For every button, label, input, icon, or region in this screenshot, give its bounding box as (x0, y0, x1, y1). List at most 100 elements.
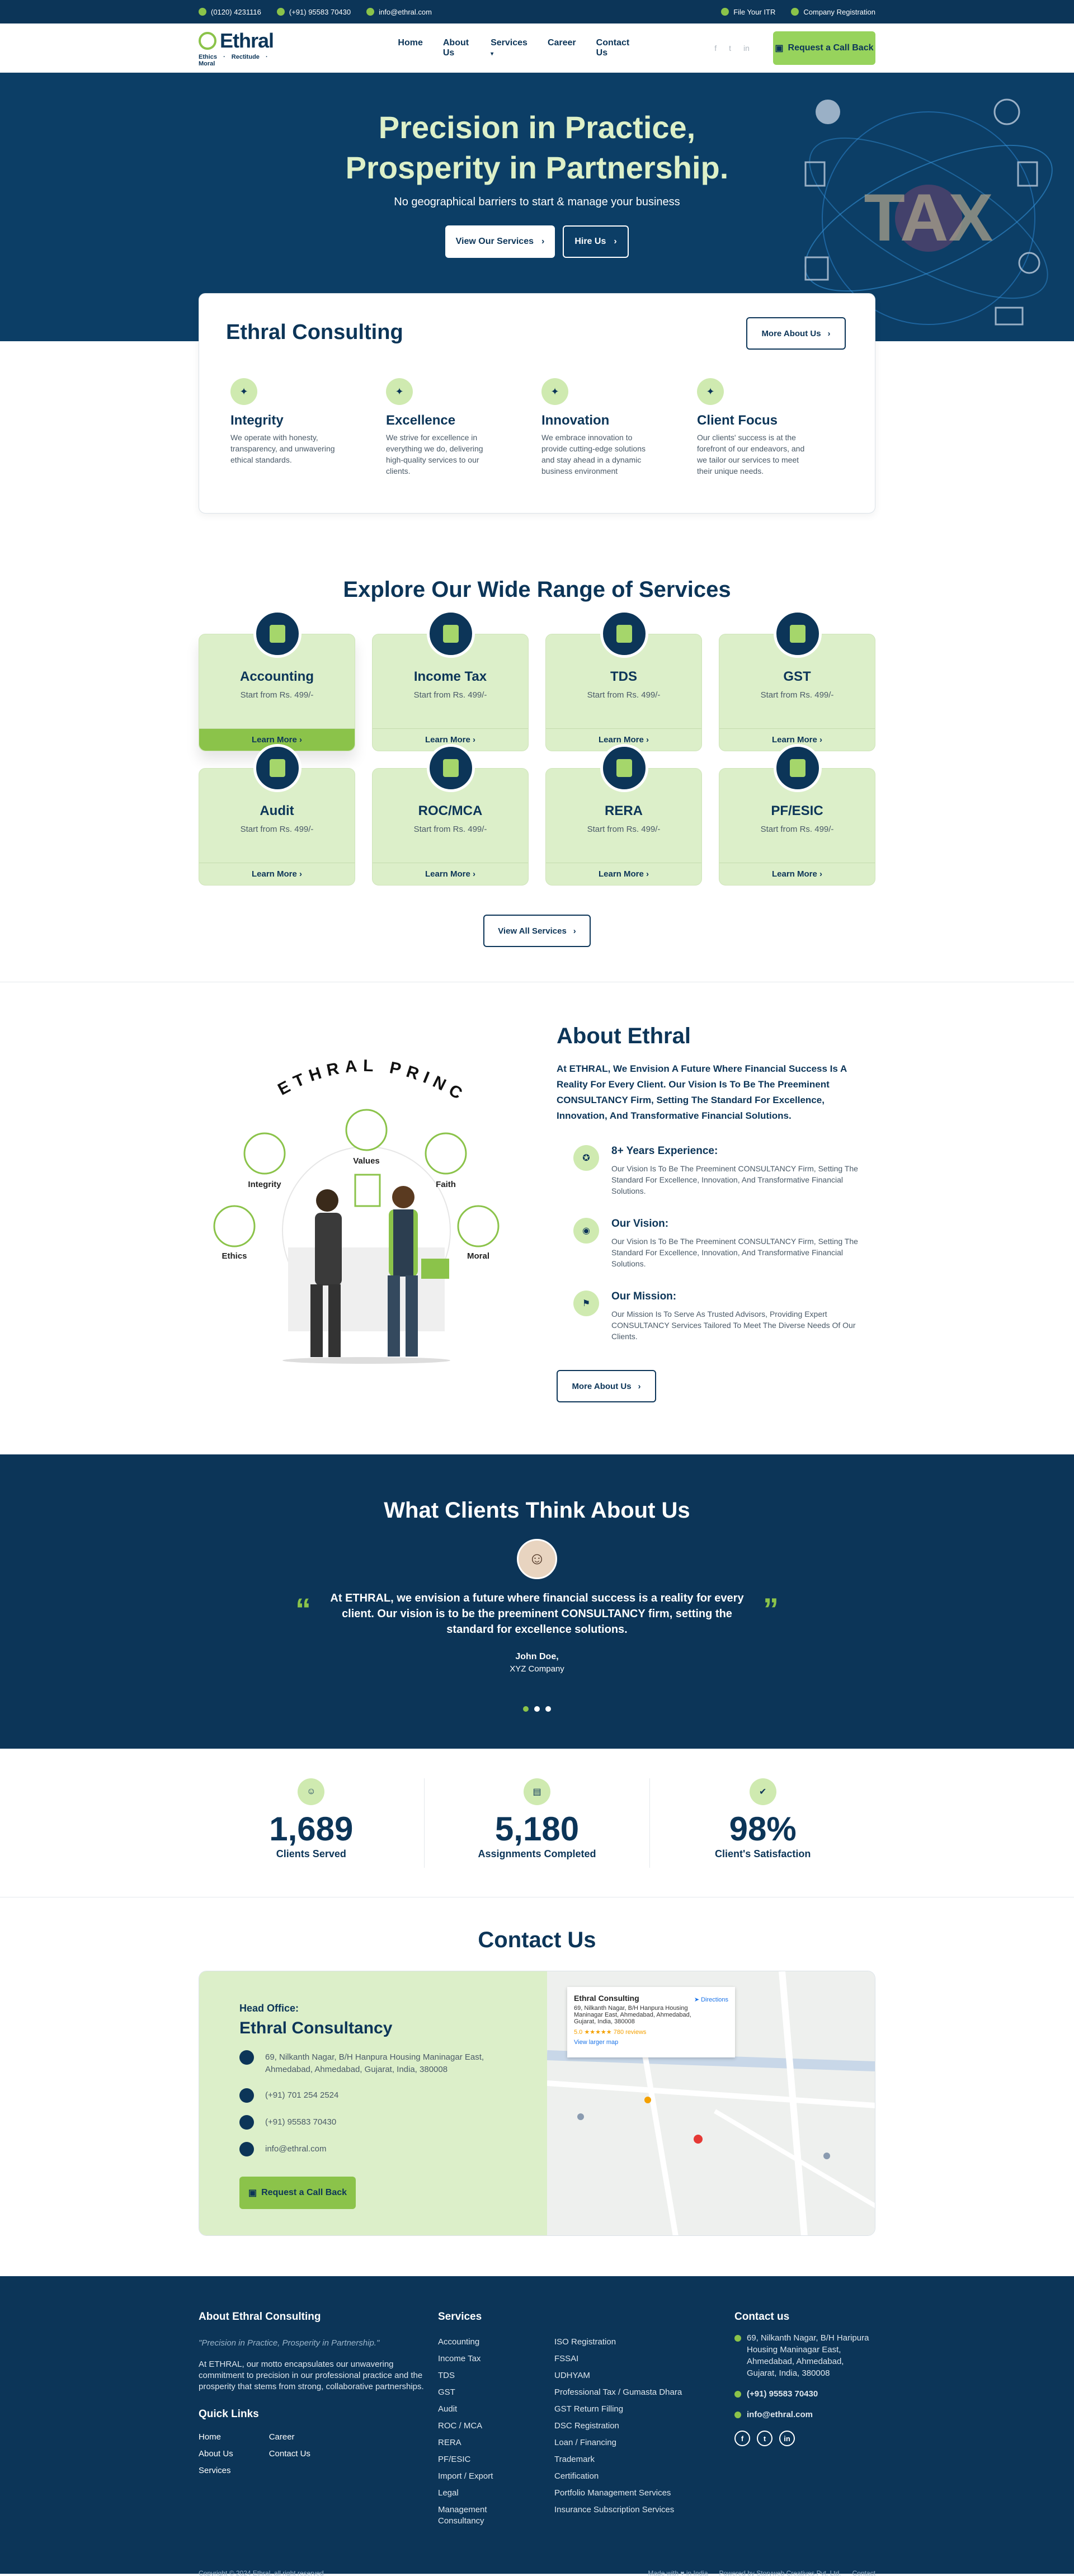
footer-service-link[interactable]: ROC / MCA (438, 2420, 527, 2432)
twitter-icon[interactable]: t (729, 44, 731, 53)
document-icon: ▤ (524, 1778, 550, 1805)
hire-us-button[interactable]: Hire Us › (563, 225, 629, 258)
footer-services-title: Services (438, 2311, 482, 2323)
footer-service-link[interactable]: Certification (554, 2471, 682, 2482)
about-lead: At ETHRAL, We Envision A Future Where Fi… (557, 1063, 847, 1121)
value-text: We operate with honesty, transparency, a… (230, 433, 335, 464)
learn-more-link[interactable]: Learn More › (546, 863, 701, 885)
point-experience: ✪ 8+ Years Experience: Our Vision Is To Be… (557, 1145, 875, 1197)
whatsapp-text: (+91) 95583 70430 (289, 7, 351, 16)
phone-link[interactable]: (0120) 4231116 (199, 8, 261, 16)
footer-email[interactable]: info@ethral.com (734, 2409, 875, 2420)
service-card[interactable]: Income Tax Start from Rs. 499/- Learn More… (372, 610, 529, 751)
footer-service-link[interactable]: Portfolio Management Services (554, 2488, 682, 2499)
service-card[interactable]: ROC/MCA Start from Rs. 499/- Learn More › (372, 744, 529, 886)
footer-service-link[interactable]: Trademark (554, 2454, 682, 2465)
footer-service-link[interactable]: TDS (438, 2370, 527, 2381)
carousel-dot[interactable] (545, 1706, 551, 1712)
footer-service-link[interactable]: PF/ESIC (438, 2454, 527, 2465)
learn-more-link[interactable]: Learn More › (373, 863, 528, 885)
nav-services[interactable]: Services ▾ (491, 38, 527, 58)
testimonial-section: What Clients Think About Us ☺ “ At ETHRA… (0, 1454, 1074, 1749)
carousel-dot[interactable] (534, 1706, 540, 1712)
nav-career[interactable]: Career (548, 38, 576, 58)
value-title: Innovation (541, 413, 610, 428)
point-title: Our Vision: (611, 1218, 669, 1230)
facebook-icon[interactable]: f (734, 2431, 750, 2446)
footer-service-link[interactable]: Legal (438, 2488, 527, 2499)
nav-about-us[interactable]: About Us (443, 38, 470, 58)
logo[interactable]: Ethral Ethics · Rectitude · Moral (199, 29, 279, 67)
company-registration-link[interactable]: Company Registration (791, 8, 875, 16)
footer-link[interactable]: Services (199, 2465, 233, 2476)
location-icon (239, 2050, 254, 2065)
request-callback-button[interactable]: ▣ Request a Call Back (239, 2177, 356, 2209)
chevron-right-icon: › (614, 237, 617, 246)
carousel-dot[interactable] (523, 1706, 529, 1712)
footer-service-link[interactable]: RERA (438, 2437, 527, 2448)
request-callback-button[interactable]: ▣ Request a Call Back (772, 31, 875, 65)
linkedin-icon[interactable]: in (743, 44, 750, 53)
footer-service-link[interactable]: UDHYAM (554, 2370, 682, 2381)
building-icon (791, 8, 799, 16)
service-card[interactable]: PF/ESIC Start from Rs. 499/- Learn More › (719, 744, 875, 886)
more-about-us-button[interactable]: More About Us › (557, 1370, 656, 1402)
itr-link[interactable]: File Your ITR (721, 8, 775, 16)
nav-contact-us[interactable]: Contact Us (596, 38, 630, 58)
service-price: Start from Rs. 499/- (240, 825, 314, 834)
nav-home[interactable]: Home (398, 38, 422, 58)
footer-link[interactable]: Home (199, 2432, 233, 2443)
label-integrity: Integrity (248, 1180, 281, 1189)
footer-service-link[interactable]: Professional Tax / Gumasta Dhara (554, 2387, 682, 2398)
footer-link[interactable]: Contact Us (269, 2448, 310, 2460)
footer-phone-text: (+91) 95583 70430 (747, 2389, 818, 2399)
contact-phone[interactable]: (+91) 701 254 2524 (239, 2088, 507, 2103)
footer-service-link[interactable]: Loan / Financing (554, 2437, 682, 2448)
footer-link[interactable]: Career (269, 2432, 310, 2443)
view-larger-map-link[interactable]: View larger map (574, 2039, 728, 2046)
map[interactable]: Ethral Consulting 69, Nilkanth Nagar, B/… (547, 1971, 875, 2235)
testimonial-title: What Clients Think About Us (384, 1498, 690, 1523)
email-link[interactable]: info@ethral.com (366, 8, 432, 16)
contact-email[interactable]: info@ethral.com (239, 2142, 507, 2156)
footer-service-link[interactable]: GST Return Filling (554, 2404, 682, 2415)
footer-service-link[interactable]: Income Tax (438, 2353, 527, 2365)
footer-service-link[interactable]: GST (438, 2387, 527, 2398)
view-all-services-button[interactable]: View All Services › (483, 915, 591, 947)
service-card[interactable]: TDS Start from Rs. 499/- Learn More › (545, 610, 702, 751)
rera-icon (600, 744, 648, 792)
powered-by-link[interactable]: Powered by Storyweb Creatives Pvt. Ltd. (719, 2569, 841, 2576)
footer-service-link[interactable]: DSC Registration (554, 2420, 682, 2432)
twitter-icon[interactable]: t (757, 2431, 772, 2446)
learn-more-link[interactable]: Learn More › (719, 863, 875, 885)
footer-phone[interactable]: (+91) 95583 70430 (734, 2388, 875, 2400)
stat-value: 5,180 (494, 1810, 580, 1848)
learn-more-link[interactable]: Learn More › (199, 863, 355, 885)
service-price: Start from Rs. 499/- (587, 690, 661, 700)
linkedin-icon[interactable]: in (779, 2431, 795, 2446)
learn-more-label: Learn More (771, 735, 817, 745)
service-card[interactable]: GST Start from Rs. 499/- Learn More › (719, 610, 875, 751)
footer-service-link[interactable]: Import / Export (438, 2471, 527, 2482)
service-card[interactable]: Audit Start from Rs. 499/- Learn More › (199, 744, 355, 886)
footer-service-link[interactable]: FSSAI (554, 2353, 682, 2365)
facebook-icon[interactable]: f (714, 44, 717, 53)
footer-link[interactable]: About Us (199, 2448, 233, 2460)
directions-button[interactable]: ➤ Directions (694, 1996, 728, 2003)
service-card[interactable]: Accounting Start from Rs. 499/- Learn More… (199, 610, 355, 751)
footer-service-link[interactable]: Accounting (438, 2337, 527, 2348)
footer-address-text: 69, Nilkanth Nagar, B/H Haripura Housing… (747, 2333, 869, 2378)
service-card[interactable]: RERA Start from Rs. 499/- Learn More › (545, 744, 702, 886)
footer-contact-link[interactable]: Contact (852, 2569, 875, 2576)
footer-service-link[interactable]: Audit (438, 2404, 527, 2415)
contact-whatsapp[interactable]: (+91) 95583 70430 (239, 2115, 507, 2130)
footer-service-link[interactable]: ISO Registration (554, 2337, 682, 2348)
chevron-right-icon: › (541, 237, 545, 246)
about-section: ETHRAL PRINCIPLES Integrity Values Faith… (0, 982, 1074, 1454)
whatsapp-link[interactable]: (+91) 95583 70430 (276, 7, 351, 16)
more-about-us-button[interactable]: More About Us › (746, 317, 846, 350)
user-icon: ✦ (697, 378, 724, 405)
footer-service-link[interactable]: Management Consultancy (438, 2504, 527, 2527)
footer-service-link[interactable]: Insurance Subscription Services (554, 2504, 682, 2516)
view-services-button[interactable]: View Our Services › (445, 225, 555, 258)
